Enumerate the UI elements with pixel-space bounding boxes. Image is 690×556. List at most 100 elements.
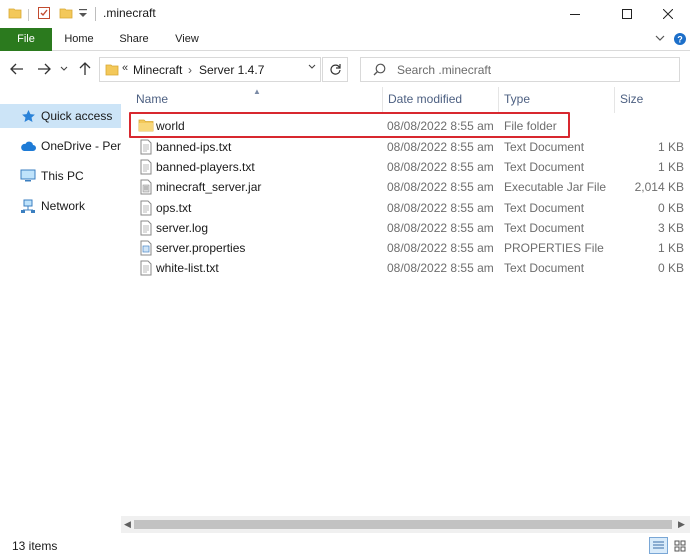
scroll-right-icon[interactable]: ▶	[678, 519, 685, 530]
column-header-size[interactable]: Size	[620, 87, 643, 113]
file-name: banned-players.txt	[156, 160, 255, 174]
file-name: ops.txt	[156, 201, 192, 215]
customize-dropdown-icon[interactable]	[78, 8, 88, 23]
tab-file[interactable]: File	[0, 28, 52, 51]
address-bar[interactable]: « Minecraft › Server 1.4.7	[99, 57, 321, 82]
close-icon	[663, 9, 673, 19]
expand-ribbon-icon[interactable]	[654, 32, 668, 46]
sidebar-item-network[interactable]: Network	[0, 194, 121, 218]
arrow-up-icon	[79, 62, 91, 75]
ribbon-tabs: File Home Share View ?	[0, 28, 690, 51]
column-divider[interactable]	[498, 87, 499, 113]
highlight-box	[129, 112, 570, 138]
table-row[interactable]: server.log 08/08/2022 8:55 am Text Docum…	[129, 218, 690, 238]
svg-text:?: ?	[677, 35, 683, 45]
table-row[interactable]: ops.txt 08/08/2022 8:55 am Text Document…	[129, 198, 690, 218]
help-icon[interactable]: ?	[673, 32, 687, 46]
file-size: 1 KB	[657, 160, 684, 174]
refresh-icon	[329, 64, 341, 75]
file-type: PROPERTIES File	[504, 241, 604, 255]
file-size: 1 KB	[657, 140, 684, 154]
folder-icon	[105, 63, 119, 79]
file-date: 08/08/2022 8:55 am	[387, 241, 494, 255]
file-size: 1 KB	[657, 241, 684, 255]
file-size: 0 KB	[657, 261, 684, 275]
sidebar-item-onedrive[interactable]: OneDrive - Pers	[0, 134, 121, 158]
details-view-icon	[653, 541, 664, 549]
search-icon	[373, 63, 386, 79]
address-separator[interactable]: ›	[188, 63, 192, 77]
column-header-name[interactable]: Name	[136, 87, 168, 113]
minimize-button[interactable]	[552, 0, 598, 28]
properties-file-icon	[138, 240, 154, 256]
chevron-down-icon	[60, 66, 68, 71]
file-size: 3 KB	[657, 221, 684, 235]
address-dropdown-icon[interactable]	[308, 62, 316, 73]
file-name: banned-ips.txt	[156, 140, 232, 154]
horizontal-scrollbar[interactable]: ◀ ▶	[121, 516, 690, 533]
computer-icon	[20, 168, 36, 184]
close-button[interactable]	[645, 0, 690, 28]
recent-locations-button[interactable]	[58, 60, 70, 78]
scroll-left-icon[interactable]: ◀	[124, 519, 131, 530]
jar-file-icon	[138, 179, 154, 195]
properties-checkmark-icon[interactable]	[37, 6, 51, 23]
forward-button[interactable]	[35, 60, 53, 78]
back-button[interactable]	[8, 60, 26, 78]
new-folder-icon[interactable]	[59, 6, 73, 23]
status-bar: 13 items	[0, 536, 690, 556]
folder-icon[interactable]	[8, 6, 22, 23]
table-row[interactable]: server.properties 08/08/2022 8:55 am PRO…	[129, 238, 690, 258]
search-input[interactable]	[397, 61, 667, 79]
file-type: Text Document	[504, 201, 585, 215]
sidebar-item-this-pc[interactable]: This PC	[0, 164, 121, 188]
table-row[interactable]: banned-players.txt 08/08/2022 8:55 am Te…	[129, 157, 690, 177]
refresh-button[interactable]	[322, 57, 348, 82]
address-segment-server[interactable]: Server 1.4.7	[199, 63, 264, 77]
file-size: 2,014 KB	[634, 180, 684, 194]
file-date: 08/08/2022 8:55 am	[387, 201, 494, 215]
column-divider[interactable]	[382, 87, 383, 113]
file-name: white-list.txt	[156, 261, 219, 275]
column-header-date-modified[interactable]: Date modified	[388, 87, 462, 113]
column-header-type[interactable]: Type	[504, 87, 530, 113]
file-date: 08/08/2022 8:55 am	[387, 180, 494, 194]
tab-view[interactable]: View	[163, 28, 211, 51]
scrollbar-thumb[interactable]	[134, 520, 672, 529]
file-name: server.log	[156, 221, 209, 235]
search-box[interactable]	[360, 57, 680, 82]
column-divider[interactable]	[614, 87, 615, 113]
maximize-button[interactable]	[604, 0, 650, 28]
sidebar-item-label: OneDrive - Pers	[41, 139, 121, 153]
text-file-icon	[138, 260, 154, 276]
table-row[interactable]: white-list.txt 08/08/2022 8:55 am Text D…	[129, 258, 690, 278]
address-segment-minecraft[interactable]: Minecraft	[133, 63, 182, 77]
file-date: 08/08/2022 8:55 am	[387, 140, 494, 154]
details-view-button[interactable]	[649, 537, 668, 554]
window-title: .minecraft	[103, 6, 156, 20]
file-type: Text Document	[504, 221, 585, 235]
file-type: Executable Jar File	[504, 180, 607, 194]
text-file-icon	[138, 139, 154, 155]
file-name: minecraft_server.jar	[156, 180, 262, 194]
file-list: ▲ Name Date modified Type Size world 08/…	[121, 87, 690, 516]
text-file-icon	[138, 220, 154, 236]
up-button[interactable]	[76, 60, 94, 78]
file-date: 08/08/2022 8:55 am	[387, 221, 494, 235]
large-icons-view-button[interactable]	[670, 537, 689, 554]
tab-home[interactable]: Home	[55, 28, 103, 51]
large-icons-view-icon	[674, 540, 685, 551]
table-row[interactable]: minecraft_server.jar 08/08/2022 8:55 am …	[129, 177, 690, 197]
file-size: 0 KB	[657, 201, 684, 215]
sidebar-item-label: This PC	[41, 169, 84, 183]
address-overflow-chevron[interactable]: «	[122, 62, 128, 74]
tab-share[interactable]: Share	[110, 28, 158, 51]
table-row[interactable]: banned-ips.txt 08/08/2022 8:55 am Text D…	[129, 137, 690, 157]
sort-ascending-icon: ▲	[253, 87, 261, 96]
sidebar-item-quick-access[interactable]: Quick access	[0, 104, 121, 128]
arrow-left-icon	[10, 63, 23, 75]
title-bar: .minecraft	[0, 0, 690, 28]
file-type: Text Document	[504, 160, 585, 174]
file-type: Text Document	[504, 261, 585, 275]
text-file-icon	[138, 200, 154, 216]
